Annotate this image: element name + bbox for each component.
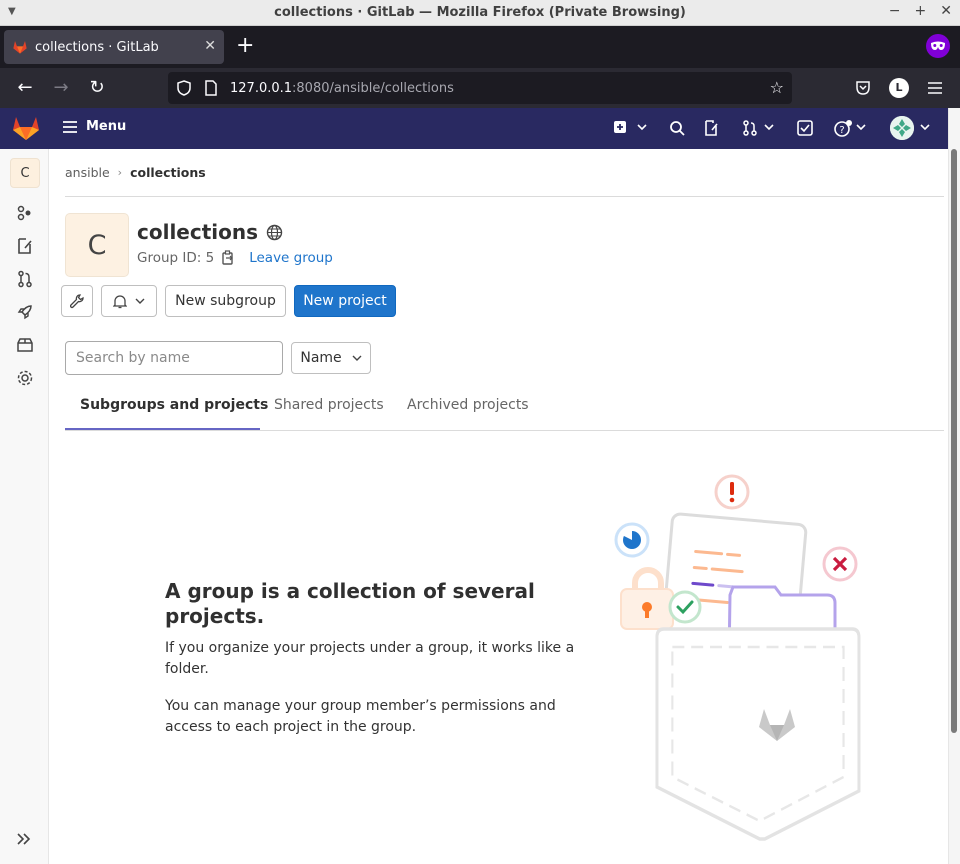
search-input[interactable] xyxy=(65,341,283,375)
breadcrumb-chevron-icon: › xyxy=(117,166,123,179)
bell-icon xyxy=(113,294,127,308)
group-overview-icon[interactable] xyxy=(16,204,34,222)
window-title: collections · GitLab — Mozilla Firefox (… xyxy=(274,5,686,20)
menu-button[interactable]: Menu xyxy=(62,119,126,134)
left-sidebar: C xyxy=(0,149,49,864)
breadcrumb-current[interactable]: collections xyxy=(130,165,206,180)
todo-checkbox-icon[interactable] xyxy=(797,120,813,136)
svg-text:?: ? xyxy=(839,125,844,136)
menu-label: Menu xyxy=(86,119,127,134)
sort-label: Name xyxy=(300,350,342,366)
url-path: :8080/ansible/collections xyxy=(292,80,454,96)
group-id: Group ID: 5 xyxy=(137,250,215,266)
chevron-down-icon[interactable] xyxy=(920,123,930,131)
forward-icon[interactable]: → xyxy=(50,77,72,99)
chevron-down-icon xyxy=(135,298,145,304)
new-project-button[interactable]: New project xyxy=(294,285,396,317)
page-title: collections xyxy=(137,220,283,244)
window-titlebar: ▼ collections · GitLab — Mozilla Firefox… xyxy=(0,0,960,26)
collapse-sidebar-icon[interactable] xyxy=(16,832,32,846)
page-scrollbar-thumb[interactable] xyxy=(951,149,957,733)
search-icon[interactable] xyxy=(669,120,685,136)
browser-navbar: ← → ↻ 127.0.0.1:8080/ansible/collections… xyxy=(0,68,960,108)
minimize-icon[interactable]: − xyxy=(889,3,901,19)
menu-hamburger-icon xyxy=(63,120,77,133)
deployments-rocket-icon[interactable] xyxy=(16,303,34,321)
help-icon[interactable]: ? xyxy=(834,120,852,137)
pocket-icon[interactable] xyxy=(855,80,871,96)
sort-dropdown[interactable]: Name xyxy=(291,342,371,374)
gitlab-logo-icon[interactable] xyxy=(12,115,40,141)
close-window-icon[interactable]: ✕ xyxy=(940,3,952,19)
group-tabs: Subgroups and projects Shared projects A… xyxy=(65,385,944,431)
issues-icon[interactable] xyxy=(704,120,718,136)
shield-icon[interactable] xyxy=(176,80,192,96)
merge-requests-icon[interactable] xyxy=(742,120,758,136)
back-icon[interactable]: ← xyxy=(14,77,36,99)
maximize-icon[interactable]: + xyxy=(915,3,927,19)
breadcrumb-parent-link[interactable]: ansible xyxy=(65,165,110,180)
empty-state-illustration xyxy=(614,474,861,841)
tab-strip: collections · GitLab ✕ + xyxy=(0,26,960,68)
chevron-down-icon[interactable] xyxy=(764,123,774,131)
user-avatar[interactable] xyxy=(890,116,914,140)
chevron-down-icon[interactable] xyxy=(856,123,866,131)
new-subgroup-button[interactable]: New subgroup xyxy=(165,285,286,317)
breadcrumb: ansible › collections xyxy=(65,165,206,180)
empty-state-title: A group is a collection of several proje… xyxy=(165,579,535,628)
browser-tab[interactable]: collections · GitLab ✕ xyxy=(4,30,224,64)
group-name: collections xyxy=(137,220,259,244)
group-avatar: C xyxy=(65,213,129,277)
chevron-down-icon xyxy=(352,355,362,361)
leave-group-link[interactable]: Leave group xyxy=(249,250,333,266)
tab-subgroups-and-projects[interactable]: Subgroups and projects xyxy=(80,397,268,413)
group-meta: Group ID: 5 Leave group xyxy=(137,250,333,266)
active-tab-indicator xyxy=(65,428,260,430)
bookmark-star-icon[interactable]: ☆ xyxy=(770,78,784,97)
browser-tab-title: collections · GitLab xyxy=(35,39,159,55)
tab-archived-projects[interactable]: Archived projects xyxy=(407,397,529,413)
private-browsing-icon[interactable] xyxy=(926,34,950,58)
wrench-icon xyxy=(69,293,84,308)
sidebar-issues-icon[interactable] xyxy=(16,237,34,255)
new-tab-icon[interactable]: + xyxy=(236,34,254,58)
public-globe-icon xyxy=(266,224,283,240)
sidebar-group-avatar[interactable]: C xyxy=(10,158,40,188)
main-content: ansible › collections C collections Grou… xyxy=(49,149,948,864)
account-avatar[interactable]: L xyxy=(889,78,909,98)
breadcrumb-divider xyxy=(65,196,944,197)
sidebar-merge-requests-icon[interactable] xyxy=(16,270,34,288)
copy-clipboard-icon[interactable] xyxy=(222,250,235,266)
url-host: 127.0.0.1 xyxy=(230,80,293,96)
window-menu-icon[interactable]: ▼ xyxy=(8,6,16,17)
hamburger-menu-icon[interactable] xyxy=(927,81,943,95)
empty-state-paragraph-2: You can manage your group member’s permi… xyxy=(165,698,556,735)
url-bar[interactable]: 127.0.0.1:8080/ansible/collections ☆ xyxy=(168,72,792,104)
chevron-down-icon[interactable] xyxy=(637,123,647,131)
reload-icon[interactable]: ↻ xyxy=(86,77,108,99)
identicon-icon xyxy=(890,116,914,140)
gitlab-header: Menu ? xyxy=(0,108,948,149)
empty-state-paragraph-1: If you organize your projects under a gr… xyxy=(165,640,575,677)
notification-dropdown[interactable] xyxy=(101,285,157,317)
packages-icon[interactable] xyxy=(16,336,34,354)
gitlab-favicon-icon xyxy=(13,41,27,54)
tab-shared-projects[interactable]: Shared projects xyxy=(274,397,384,413)
create-new-icon[interactable] xyxy=(613,120,627,134)
settings-gear-icon[interactable] xyxy=(16,369,34,387)
group-settings-button[interactable] xyxy=(61,285,93,317)
page-icon[interactable] xyxy=(204,80,218,96)
close-tab-icon[interactable]: ✕ xyxy=(204,38,216,54)
